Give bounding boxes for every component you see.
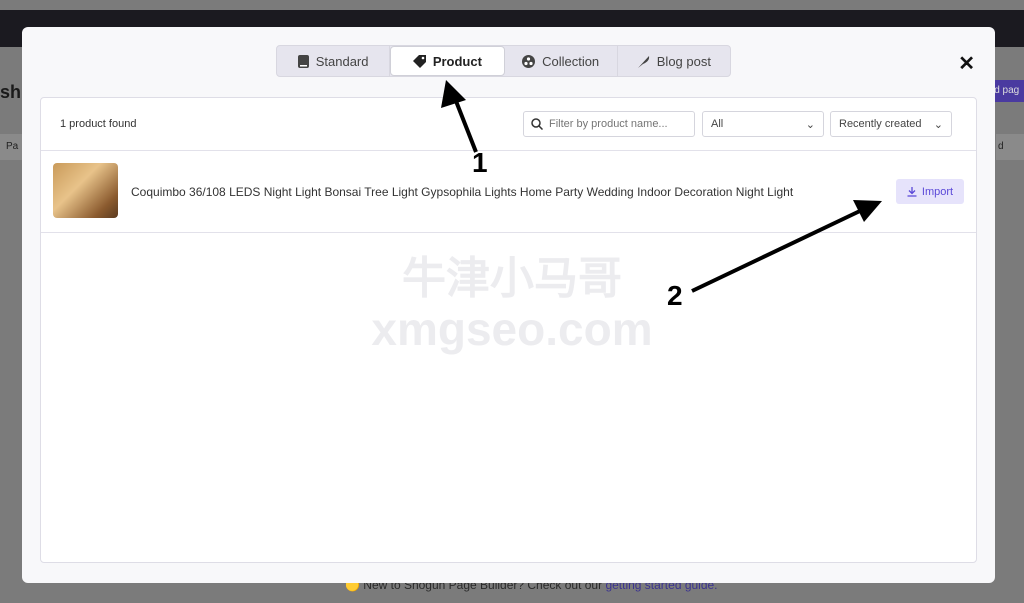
list-header: 1 product found All ⌄ Recently created ⌄ [41, 98, 976, 151]
chevron-down-icon: ⌄ [805, 118, 815, 131]
tab-standard[interactable]: Standard [277, 46, 391, 76]
background-select: Pa [0, 134, 22, 160]
book-icon [297, 54, 309, 68]
chevron-down-icon: ⌄ [933, 118, 943, 131]
tab-collection[interactable]: Collection [505, 46, 618, 76]
tab-label: Product [432, 53, 482, 69]
tab-label: Standard [315, 53, 369, 69]
tab-label: Collection [542, 53, 600, 69]
close-icon[interactable]: ✕ [958, 51, 975, 76]
background-select-right: d [996, 134, 1024, 160]
status-select[interactable]: All ⌄ [702, 111, 824, 137]
background-add-page-button: ld pag [990, 80, 1024, 102]
filter-input[interactable] [549, 118, 689, 130]
import-label: Import [921, 185, 954, 198]
background-page-title: sh [0, 82, 22, 102]
tab-blog-post[interactable]: Blog post [618, 46, 730, 76]
filter-field[interactable] [523, 111, 695, 137]
watermark-line1: 牛津小马哥 [402, 254, 622, 303]
tab-label: Blog post [656, 53, 711, 69]
import-button[interactable]: Import [896, 179, 964, 204]
collection-icon [522, 54, 536, 68]
page-type-tabs: Standard Product Collection Blog post [276, 45, 731, 77]
tag-icon [412, 54, 426, 68]
status-select-value: All [711, 118, 724, 130]
feather-icon [637, 55, 649, 68]
sort-select-value: Recently created [839, 118, 922, 130]
result-count: 1 product found [60, 118, 137, 130]
annotation-label-1: 1 [472, 147, 488, 178]
annotation-label-2: 2 [667, 280, 683, 311]
download-icon [907, 186, 917, 197]
product-title: Coquimbo 36/108 LEDS Night Light Bonsai … [131, 185, 794, 199]
product-thumbnail [53, 163, 118, 218]
list-item: Coquimbo 36/108 LEDS Night Light Bonsai … [41, 151, 976, 233]
sort-select[interactable]: Recently created ⌄ [830, 111, 952, 137]
watermark-line2: xmgseo.com [371, 303, 653, 355]
search-icon [531, 118, 543, 130]
tab-product[interactable]: Product [390, 46, 505, 76]
